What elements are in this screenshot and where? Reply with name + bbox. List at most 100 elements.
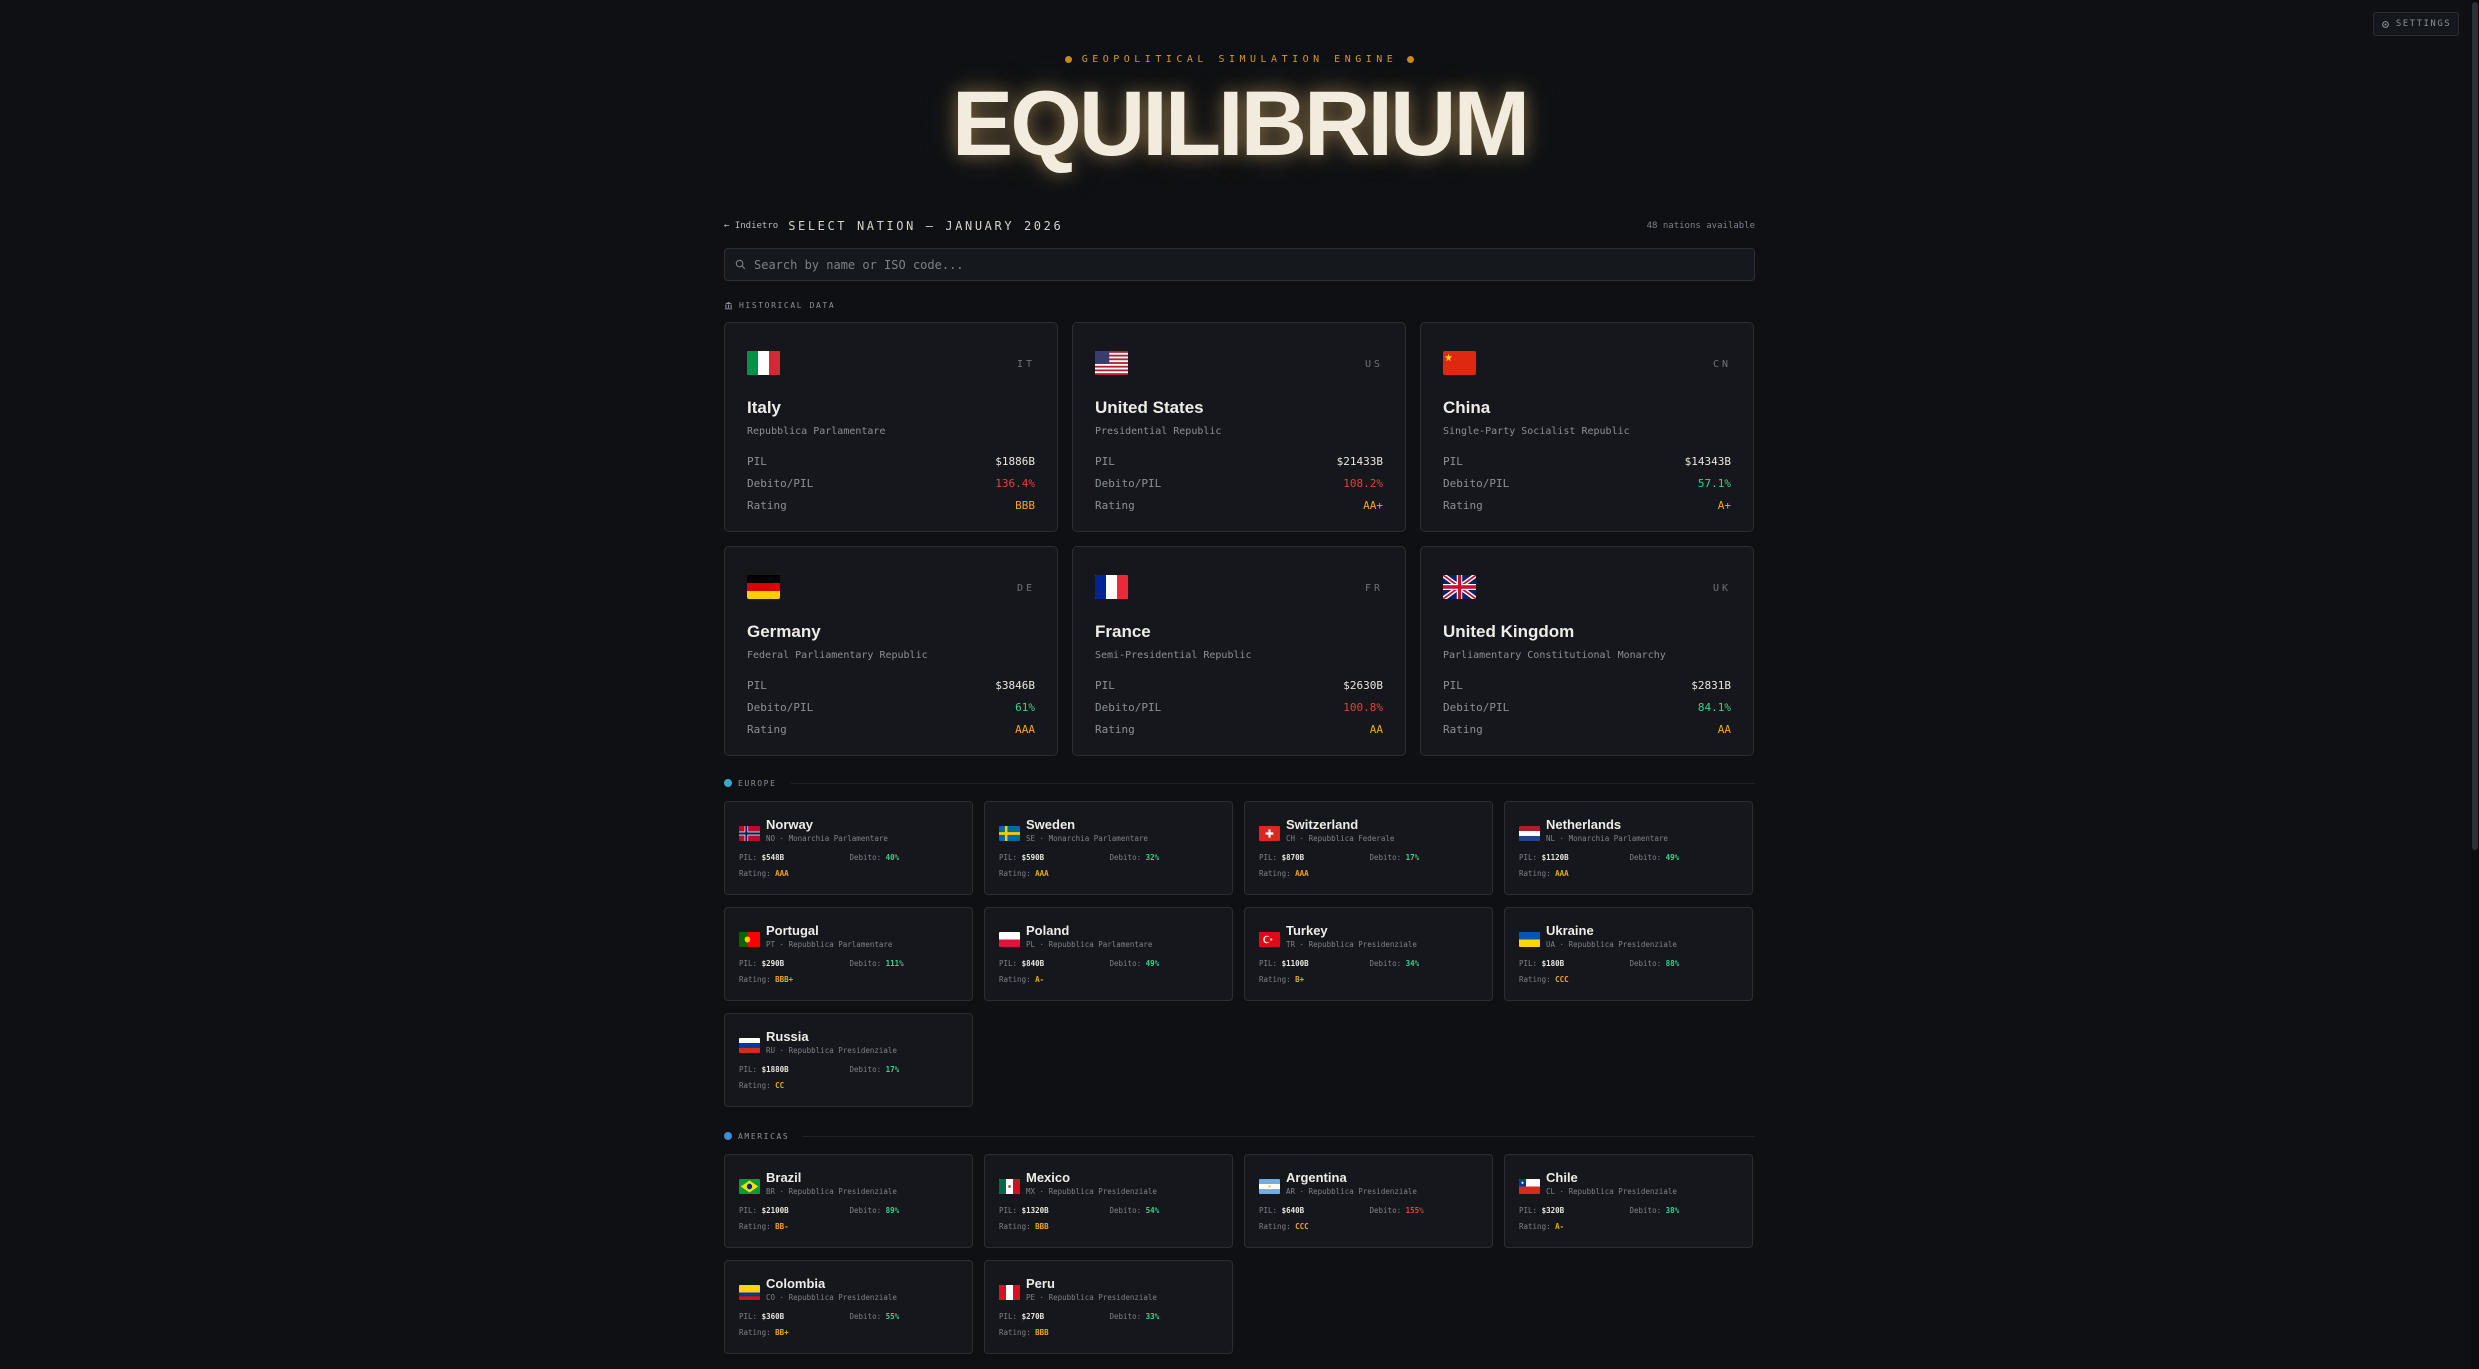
nation-name: Ukraine [1546,923,1594,938]
rating-label: Rating: [1519,869,1551,878]
nation-name: China [1443,398,1491,417]
rating-value: A+ [1717,498,1731,512]
settings-button[interactable]: SETTINGS [2373,12,2459,36]
pil-label: PIL: [999,1312,1018,1321]
government-type: Presidential Republic [1095,426,1222,437]
search-box[interactable] [724,248,1755,281]
nation-name: United Kingdom [1443,622,1575,641]
flag-icon-co [739,1285,760,1300]
debt-value: 57.1% [1697,476,1731,490]
debt-value: 49% [1665,853,1680,862]
debt-value: 136.4% [995,476,1035,490]
pil-value: $840B [1021,959,1045,968]
nation-card-tr[interactable]: Turkey TR · Repubblica Presidenziale PIL: … [1244,907,1493,1001]
rating-label: Rating [1443,498,1483,512]
nation-subtitle: PT · Repubblica Parlamentare [766,940,893,949]
pil-label: PIL: [1259,1206,1278,1215]
rating-value: AAA [1295,869,1309,878]
iso-code: UK [1712,583,1731,594]
nation-card-uk[interactable]: UK United Kingdom Parliamentary Constituti… [1420,546,1754,756]
rating-label: Rating [1095,498,1135,512]
pil-value: $290B [761,959,785,968]
nation-card-ru[interactable]: Russia RU · Repubblica Presidenziale PIL: … [724,1013,973,1107]
nation-card-pt[interactable]: Portugal PT · Repubblica Parlamentare PIL:… [724,907,973,1001]
nation-subtitle: CH · Repubblica Federale [1286,834,1395,843]
nation-subtitle: SE · Monarchia Parlamentare [1026,834,1148,843]
nation-subtitle: TR · Repubblica Presidenziale [1286,940,1417,949]
pil-label: PIL: [1519,959,1538,968]
nation-name: Turkey [1286,923,1328,938]
nation-card-cl[interactable]: Chile CL · Repubblica Presidenziale PIL: $… [1504,1154,1753,1248]
nation-name: Mexico [1026,1170,1071,1185]
rating-value: AA [1717,722,1731,736]
nation-card-fr[interactable]: FR France Semi-Presidential Republic PIL $26… [1072,546,1406,756]
scrollbar[interactable] [2471,0,2479,1369]
europe-nation-grid: Norway NO · Monarchia Parlamentare PIL: $5… [724,801,1755,1107]
nation-card-nl[interactable]: Netherlands NL · Monarchia Parlamentare PI… [1504,801,1753,895]
rating-label: Rating: [999,1328,1031,1337]
debt-label: Debito: [849,959,882,968]
nation-subtitle: PL · Repubblica Parlamentare [1026,940,1153,949]
nation-name: United States [1095,398,1204,417]
pil-value: $1320B [1021,1206,1049,1215]
government-type: Semi-Presidential Republic [1095,650,1252,661]
flag-icon-cn [1443,351,1476,375]
nation-select-bar: ← Indietro SELECT NATION — JANUARY 2026 … [724,216,1755,236]
pil-label: PIL: [739,1065,758,1074]
rating-label: Rating: [1519,1222,1551,1231]
section-historical: HISTORICAL DATA [724,299,1755,311]
pil-value: $870B [1281,853,1305,862]
pil-label: PIL: [999,1206,1018,1215]
pil-label: PIL: [999,853,1018,862]
nation-card-ua[interactable]: Ukraine UA · Repubblica Presidenziale PIL:… [1504,907,1753,1001]
nation-card-se[interactable]: Sweden SE · Monarchia Parlamentare PIL: $5… [984,801,1233,895]
nation-card-br[interactable]: Brazil BR · Repubblica Presidenziale PIL: … [724,1154,973,1248]
section-americas-label: AMERICAS [738,1131,790,1141]
bank-icon [724,301,733,309]
nation-name: Peru [1026,1276,1055,1291]
debt-value: 33% [1145,1312,1160,1321]
debt-label: Debito: [849,1206,882,1215]
nation-name: Italy [747,398,782,417]
debt-value: 40% [885,853,900,862]
nation-card-ar[interactable]: Argentina AR · Repubblica Presidenziale PI… [1244,1154,1493,1248]
historical-nation-grid: IT Italy Repubblica Parlamentare PIL $1886B D… [724,322,1755,756]
nation-card-de[interactable]: DE Germany Federal Parliamentary Republic P… [724,546,1058,756]
europe-dot [724,779,732,787]
rating-value: CCC [1295,1222,1309,1231]
iso-code: US [1364,359,1383,370]
nation-name: Norway [766,817,813,832]
search-input[interactable] [754,257,1754,272]
nation-card-it[interactable]: IT Italy Repubblica Parlamentare PIL $1886B D… [724,322,1058,532]
debt-label: Debito: [1109,1312,1142,1321]
nation-card-us[interactable]: US United States Presidential Republic PIL $… [1072,322,1406,532]
rating-value: AA [1369,722,1383,736]
nation-card-co[interactable]: Colombia CO · Repubblica Presidenziale PIL… [724,1260,973,1354]
back-link[interactable]: ← Indietro [724,221,778,231]
pil-value: $2100B [761,1206,789,1215]
nation-card-ch[interactable]: Switzerland CH · Repubblica Federale PIL: … [1244,801,1493,895]
nation-name: Portugal [766,923,819,938]
nation-card-mx[interactable]: Mexico MX · Repubblica Presidenziale PIL: … [984,1154,1233,1248]
tagline-text: GEOPOLITICAL SIMULATION ENGINE [1081,54,1398,65]
nation-card-pl[interactable]: Poland PL · Repubblica Parlamentare PIL: $… [984,907,1233,1001]
section-europe-label: EUROPE [738,778,777,788]
pil-value: $590B [1021,853,1045,862]
rating-value: AAA [1035,869,1049,878]
debt-label: Debito: [1369,1206,1402,1215]
search-icon [735,259,746,270]
debt-value: 88% [1665,959,1680,968]
nation-subtitle: NL · Monarchia Parlamentare [1546,834,1668,843]
rating-label: Rating: [739,1081,771,1090]
rating-label: Rating: [739,869,771,878]
pil-label: PIL: [1519,1206,1538,1215]
nation-subtitle: MX · Repubblica Presidenziale [1026,1187,1157,1196]
debt-value: 17% [1405,853,1420,862]
rating-value: B+ [1295,975,1305,984]
nation-card-cn[interactable]: CN China Single-Party Socialist Republic PI… [1420,322,1754,532]
pil-value: $3846B [995,678,1035,692]
nation-name: Sweden [1026,817,1076,832]
nation-card-pe[interactable]: Peru PE · Repubblica Presidenziale PIL: $2… [984,1260,1233,1354]
debt-label: Debito: [1629,1206,1662,1215]
nation-card-no[interactable]: Norway NO · Monarchia Parlamentare PIL: $5… [724,801,973,895]
